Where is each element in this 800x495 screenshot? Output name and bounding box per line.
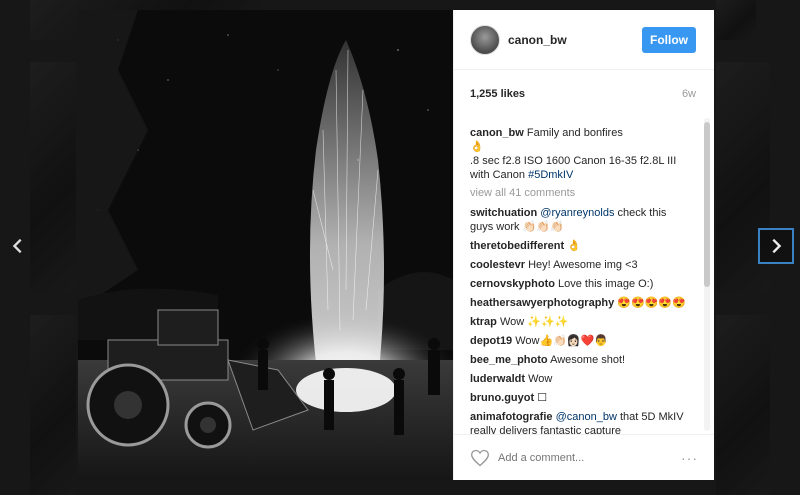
chevron-right-icon [772,238,782,254]
more-options-icon[interactable]: ··· [681,450,698,466]
next-post-button[interactable] [758,228,794,264]
comment-text: 😍😍😍😍😍 [614,297,686,309]
caption-emoji: 👌 [470,141,484,153]
post-caption: canon_bw Family and bonfires 👌 .8 sec f2… [470,126,690,182]
comment-username[interactable]: theretobedifferent [470,240,564,252]
comment-text: Wow [525,373,553,385]
comment-item: heathersawyerphotography 😍😍😍😍😍 [470,296,690,310]
comment-item: luderwaldt Wow [470,372,690,386]
heart-icon[interactable] [470,448,490,468]
comment-item: animafotografie @canon_bw that 5D MkIV r… [470,410,690,434]
comment-item: bruno.guyot ☐ [470,391,690,405]
comment-username[interactable]: ktrap [470,316,497,328]
comment-text: Wow👍👏🏻👩🏻‍❤️‍👨 [512,335,608,347]
comment-text: ☐ [534,392,548,404]
comment-item: depot19 Wow👍👏🏻👩🏻‍❤️‍👨 [470,334,690,348]
comment-username[interactable]: switchuation [470,207,537,219]
comment-username[interactable]: bruno.guyot [470,392,534,404]
comment-username[interactable]: heathersawyerphotography [470,297,614,309]
comment-mention[interactable]: @canon_bw [556,411,617,423]
caption-hashtag[interactable]: #5DmkIV [528,169,573,181]
comment-text: 👌 [564,240,581,252]
username-link[interactable]: canon_bw [508,33,642,47]
comment-item: bee_me_photo Awesome shot! [470,353,690,367]
post-age: 6w [681,88,696,100]
comment-username[interactable]: depot19 [470,335,512,347]
comment-item: ktrap Wow ✨✨✨ [470,315,690,329]
likes-row: 1,255 likes 6w [454,70,714,118]
chevron-left-icon [12,238,22,254]
likes-count[interactable]: 1,255 likes [470,88,525,100]
comment-text: Hey! Awesome img <3 [525,259,638,271]
comment-username[interactable]: coolestevr [470,259,525,271]
add-comment-input[interactable] [498,451,681,464]
comment-item: theretobedifferent 👌 [470,239,690,253]
comment-username[interactable]: animafotografie [470,411,553,423]
comments-scrollbar[interactable] [704,118,710,431]
caption-username[interactable]: canon_bw [470,127,524,139]
previous-post-button[interactable] [0,228,36,264]
caption-text: Family and bonfires [523,127,623,139]
post-modal: canon_bw Follow 1,255 likes 6w canon_bw … [78,10,714,480]
comment-username[interactable]: luderwaldt [470,373,525,385]
scrollbar-thumb[interactable] [704,122,710,287]
comments-list[interactable]: canon_bw Family and bonfires 👌 .8 sec f2… [454,118,714,434]
follow-button[interactable]: Follow [642,26,696,53]
comment-text: Love this image O:) [554,278,654,290]
comment-mention[interactable]: @ryanreynolds [540,207,614,219]
comment-entries: switchuation @ryanreynolds check this gu… [470,206,690,434]
comment-item: coolestevr Hey! Awesome img <3 [470,258,690,272]
post-photo [78,10,453,480]
post-header: canon_bw Follow [454,10,714,70]
comment-username[interactable]: cernovskyphoto [470,278,555,290]
comment-text: Wow ✨✨✨ [496,316,569,328]
avatar[interactable] [470,24,500,55]
post-sidebar: canon_bw Follow 1,255 likes 6w canon_bw … [453,10,714,480]
comment-text: Awesome shot! [547,354,626,366]
comment-bar: ··· [454,434,714,480]
comment-item: cernovskyphoto Love this image O:) [470,277,690,291]
view-all-comments-link[interactable]: view all 41 comments [470,186,690,200]
comment-item: switchuation @ryanreynolds check this gu… [470,206,690,234]
comment-username[interactable]: bee_me_photo [470,354,548,366]
